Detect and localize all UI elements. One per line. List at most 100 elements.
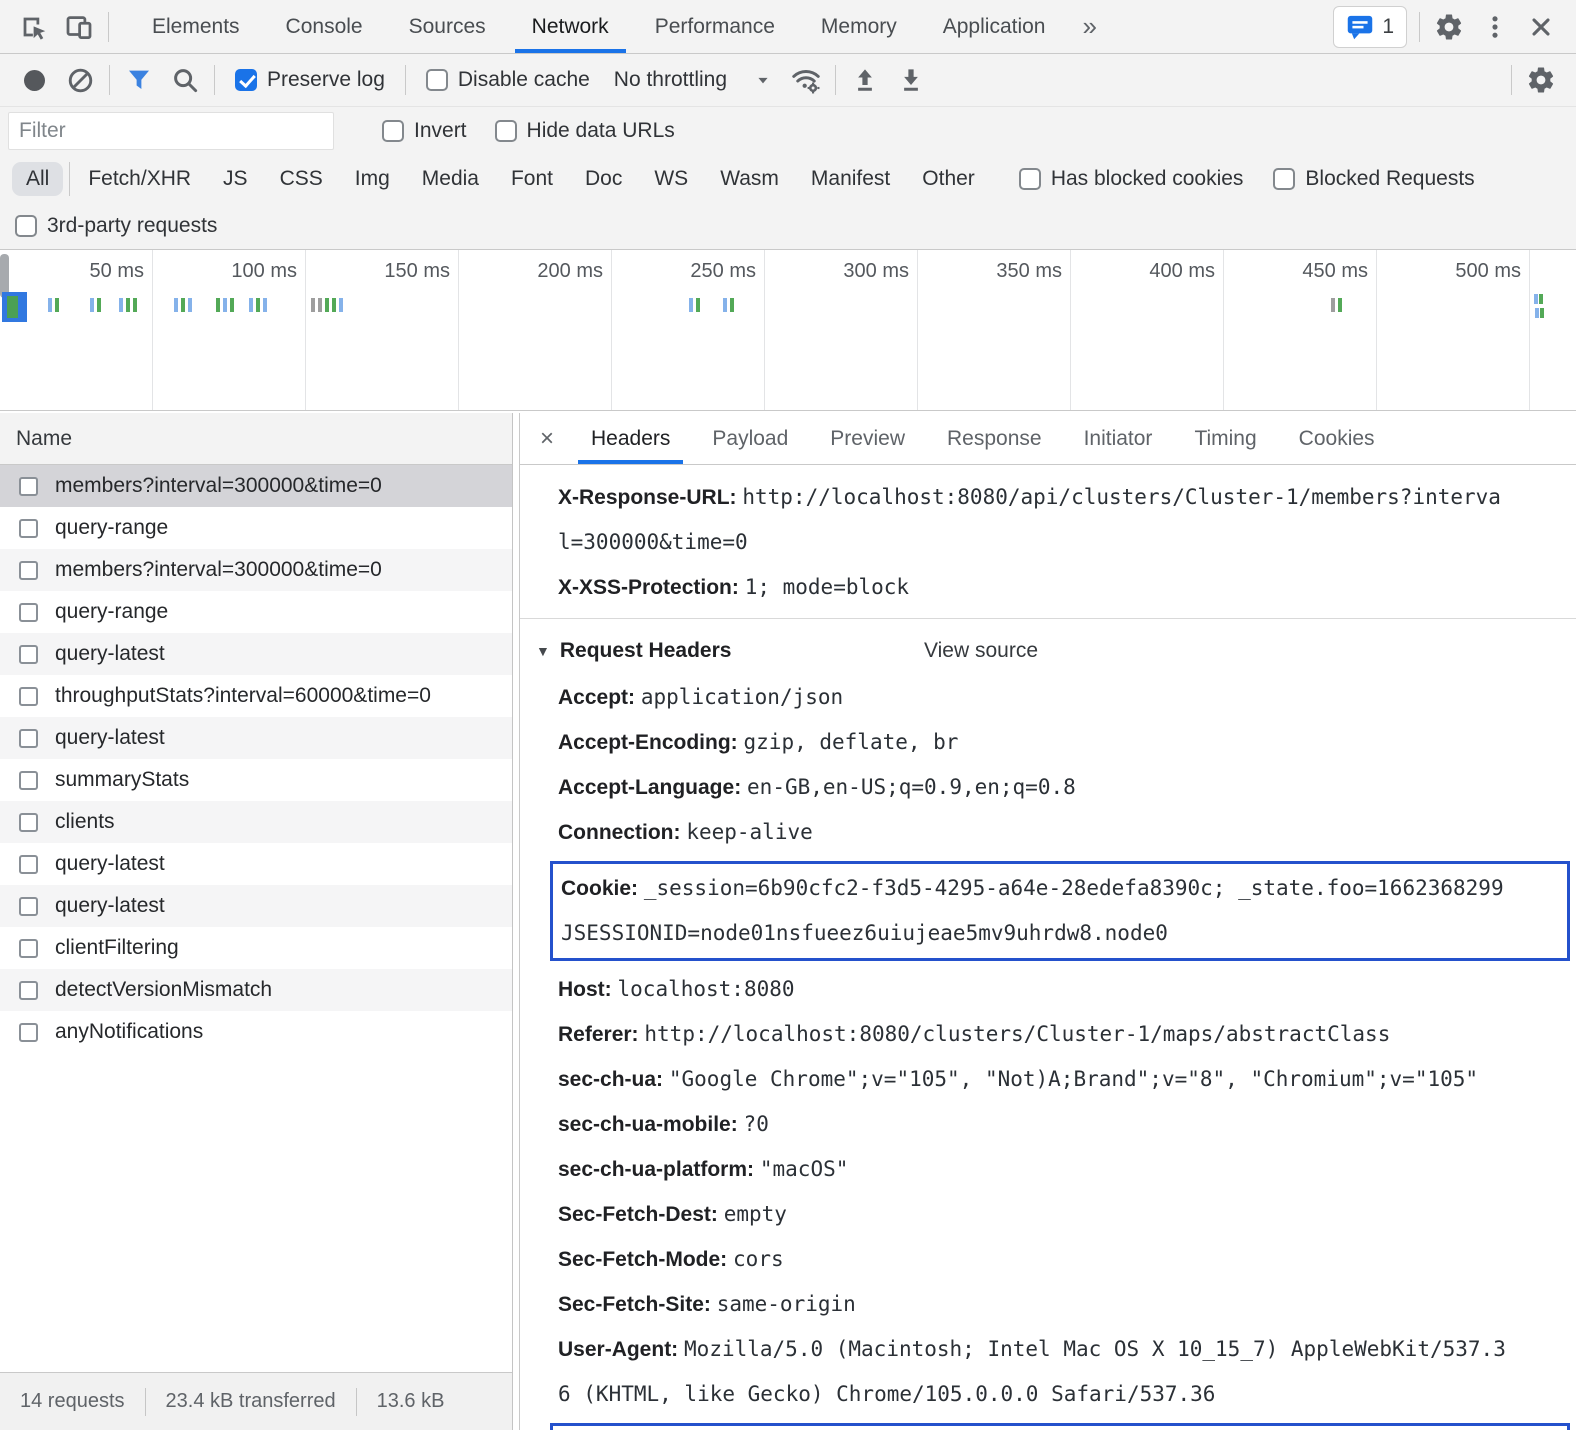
type-filter[interactable]: WS bbox=[640, 162, 702, 196]
type-filter[interactable]: All bbox=[12, 162, 63, 196]
devtools-tab[interactable]: Network bbox=[509, 0, 632, 53]
third-party-toggle[interactable]: 3rd-party requests bbox=[15, 214, 217, 238]
settings-gear-icon[interactable] bbox=[1426, 4, 1472, 50]
request-row[interactable]: query-range bbox=[0, 591, 512, 633]
hide-data-urls-checkbox[interactable] bbox=[495, 120, 517, 142]
blocked-requests-checkbox[interactable] bbox=[1273, 168, 1295, 190]
request-row[interactable]: members?interval=300000&time=0 bbox=[0, 465, 512, 507]
blocked-requests-toggle[interactable]: Blocked Requests bbox=[1273, 167, 1474, 191]
invert-toggle[interactable]: Invert bbox=[382, 119, 467, 143]
request-row-checkbox[interactable] bbox=[19, 1023, 38, 1042]
inspect-element-icon[interactable] bbox=[10, 4, 56, 50]
clear-icon[interactable] bbox=[57, 57, 103, 103]
disable-cache-checkbox[interactable] bbox=[426, 69, 448, 91]
request-headers-section-header[interactable]: ▼ Request Headers View source bbox=[520, 627, 1576, 675]
has-blocked-cookies-toggle[interactable]: Has blocked cookies bbox=[1019, 167, 1244, 191]
request-row[interactable]: query-latest bbox=[0, 885, 512, 927]
request-row[interactable]: clients bbox=[0, 801, 512, 843]
view-source-link[interactable]: View source bbox=[924, 639, 1038, 663]
request-row-checkbox[interactable] bbox=[19, 939, 38, 958]
export-har-icon[interactable] bbox=[888, 57, 934, 103]
filter-funnel-icon[interactable] bbox=[116, 57, 162, 103]
close-details-icon[interactable]: × bbox=[520, 425, 570, 453]
details-tab[interactable]: Payload bbox=[691, 413, 809, 464]
import-har-icon[interactable] bbox=[842, 57, 888, 103]
request-row[interactable]: members?interval=300000&time=0 bbox=[0, 549, 512, 591]
hide-data-urls-toggle[interactable]: Hide data URLs bbox=[495, 119, 675, 143]
search-icon[interactable] bbox=[162, 57, 208, 103]
request-row-checkbox[interactable] bbox=[19, 981, 38, 1000]
devtools-tab[interactable]: Memory bbox=[798, 0, 920, 53]
request-row-checkbox[interactable] bbox=[19, 645, 38, 664]
close-icon[interactable] bbox=[1518, 4, 1564, 50]
request-row-checkbox[interactable] bbox=[19, 813, 38, 832]
type-filter[interactable]: JS bbox=[209, 162, 262, 196]
request-row[interactable]: query-latest bbox=[0, 843, 512, 885]
record-icon[interactable] bbox=[24, 70, 45, 91]
request-row-checkbox[interactable] bbox=[19, 603, 38, 622]
network-settings-gear-icon[interactable] bbox=[1518, 57, 1564, 103]
request-row[interactable]: query-range bbox=[0, 507, 512, 549]
request-row[interactable]: throughputStats?interval=60000&time=0 bbox=[0, 675, 512, 717]
more-tabs-chevron-icon[interactable]: » bbox=[1068, 11, 1110, 42]
details-tab[interactable]: Headers bbox=[570, 413, 691, 464]
filter-input[interactable] bbox=[8, 112, 334, 150]
more-options-icon[interactable] bbox=[1472, 4, 1518, 50]
type-filter[interactable]: CSS bbox=[266, 162, 337, 196]
preserve-log-toggle[interactable]: Preserve log bbox=[235, 68, 385, 92]
request-row-checkbox[interactable] bbox=[19, 771, 38, 790]
details-tab[interactable]: Initiator bbox=[1063, 413, 1174, 464]
http-header-row: Sec-Fetch-Site: same-origin bbox=[520, 1282, 1576, 1327]
request-row-checkbox[interactable] bbox=[19, 477, 38, 496]
throttling-dropdown[interactable]: No throttling bbox=[614, 68, 773, 92]
network-overview-timeline[interactable]: 50 ms100 ms150 ms200 ms250 ms300 ms350 m… bbox=[0, 250, 1576, 411]
devtools-tab[interactable]: Application bbox=[920, 0, 1069, 53]
network-conditions-icon[interactable] bbox=[783, 57, 829, 103]
devtools-window: ElementsConsoleSourcesNetworkPerformance… bbox=[0, 0, 1576, 1430]
request-timing-mark bbox=[1338, 298, 1342, 312]
devtools-tab[interactable]: Performance bbox=[632, 0, 798, 53]
type-filter[interactable]: Media bbox=[408, 162, 493, 196]
details-tab[interactable]: Cookies bbox=[1278, 413, 1396, 464]
invert-checkbox[interactable] bbox=[382, 120, 404, 142]
issues-counter-button[interactable]: 1 bbox=[1333, 6, 1407, 48]
type-filter[interactable]: Other bbox=[908, 162, 989, 196]
request-row-checkbox[interactable] bbox=[19, 729, 38, 748]
request-row-checkbox[interactable] bbox=[19, 561, 38, 580]
request-row[interactable]: detectVersionMismatch bbox=[0, 969, 512, 1011]
request-row[interactable]: query-latest bbox=[0, 717, 512, 759]
details-tab[interactable]: Preview bbox=[809, 413, 926, 464]
request-row-checkbox[interactable] bbox=[19, 687, 38, 706]
has-blocked-cookies-checkbox[interactable] bbox=[1019, 168, 1041, 190]
third-party-checkbox[interactable] bbox=[15, 215, 37, 237]
type-filter-label: Media bbox=[422, 167, 479, 190]
type-filter[interactable]: Doc bbox=[571, 162, 636, 196]
type-filter[interactable]: Img bbox=[341, 162, 404, 196]
type-filter[interactable]: Wasm bbox=[706, 162, 793, 196]
details-tab[interactable]: Response bbox=[926, 413, 1063, 464]
timeline-tick-label: 200 ms bbox=[537, 250, 611, 410]
request-row-checkbox[interactable] bbox=[19, 519, 38, 538]
request-row-checkbox[interactable] bbox=[19, 897, 38, 916]
timeline-column: 300 ms bbox=[765, 250, 918, 410]
devtools-tabbar: ElementsConsoleSourcesNetworkPerformance… bbox=[0, 0, 1576, 54]
request-row[interactable]: anyNotifications bbox=[0, 1011, 512, 1053]
devtools-tab[interactable]: Sources bbox=[386, 0, 509, 53]
details-tabbar: × HeadersPayloadPreviewResponseInitiator… bbox=[520, 413, 1576, 465]
collapse-triangle-icon[interactable]: ▼ bbox=[536, 643, 550, 659]
type-filter[interactable]: Fetch/XHR bbox=[69, 162, 205, 196]
name-column-header[interactable]: Name bbox=[0, 413, 512, 465]
type-filter[interactable]: Font bbox=[497, 162, 567, 196]
request-row[interactable]: query-latest bbox=[0, 633, 512, 675]
preserve-log-checkbox[interactable] bbox=[235, 69, 257, 91]
timeline-column: 50 ms bbox=[0, 250, 153, 410]
request-row[interactable]: clientFiltering bbox=[0, 927, 512, 969]
device-toolbar-icon[interactable] bbox=[56, 4, 102, 50]
disable-cache-toggle[interactable]: Disable cache bbox=[426, 68, 590, 92]
type-filter[interactable]: Manifest bbox=[797, 162, 904, 196]
request-row-checkbox[interactable] bbox=[19, 855, 38, 874]
devtools-tab[interactable]: Console bbox=[263, 0, 386, 53]
request-row[interactable]: summaryStats bbox=[0, 759, 512, 801]
devtools-tab[interactable]: Elements bbox=[129, 0, 263, 53]
details-tab[interactable]: Timing bbox=[1173, 413, 1277, 464]
